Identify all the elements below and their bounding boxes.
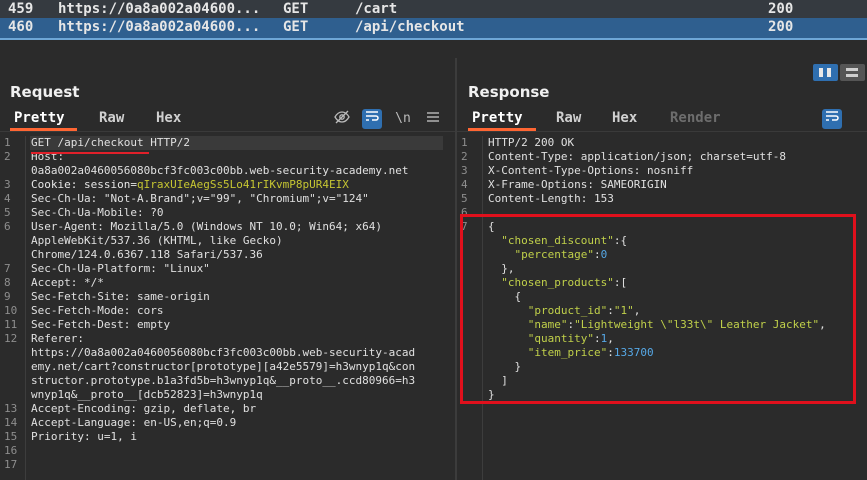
menu-icon[interactable] bbox=[423, 109, 443, 129]
layout-toggle bbox=[813, 64, 865, 81]
line-number: 13 bbox=[4, 402, 18, 415]
row-host: https://0a8a002a04600... bbox=[58, 1, 261, 17]
line-number: 16 bbox=[4, 444, 18, 457]
stacked-view-icon[interactable] bbox=[840, 64, 865, 81]
line-number: 4 bbox=[461, 178, 468, 191]
line-number: 11 bbox=[4, 318, 18, 331]
request-line: 0a8a002a0460056080bcf3fc003c00bb.web-sec… bbox=[31, 164, 409, 177]
eye-off-icon[interactable] bbox=[332, 109, 352, 129]
line-number: 4 bbox=[4, 192, 11, 205]
row-host: https://0a8a002a04600... bbox=[58, 19, 261, 35]
response-line: Content-Length: 153 bbox=[488, 192, 614, 205]
response-title: Response bbox=[468, 83, 550, 101]
request-line: Referer: bbox=[31, 332, 84, 345]
request-line: Sec-Ch-Ua-Platform: "Linux" bbox=[31, 262, 210, 275]
line-number: 15 bbox=[4, 430, 18, 443]
session-cookie-value: qIraxUIeAegSs5Lo41rIKvmP8pUR4EIX bbox=[136, 178, 349, 191]
history-row-460-selected[interactable]: 460 https://0a8a002a04600... GET /api/ch… bbox=[0, 18, 867, 40]
request-title: Request bbox=[10, 83, 80, 101]
row-number: 460 bbox=[8, 19, 34, 35]
request-tabs: Pretty Raw Hex bbox=[0, 110, 455, 130]
line-number: 2 bbox=[461, 150, 468, 163]
response-pane: Response Pretty Raw Hex Render 1 HTTP/2 2… bbox=[457, 58, 867, 480]
request-line: User-Agent: Mozilla/5.0 (Windows NT 10.0… bbox=[31, 220, 382, 233]
tab-pretty[interactable]: Pretty bbox=[14, 110, 65, 126]
line-number: 3 bbox=[461, 164, 468, 177]
response-line: Content-Type: application/json; charset=… bbox=[488, 150, 787, 163]
line-number: 17 bbox=[4, 458, 18, 471]
response-editor[interactable]: 1 HTTP/2 200 OK 2 Content-Type: application… bbox=[457, 136, 867, 480]
line-number: 9 bbox=[4, 290, 11, 303]
request-line: Accept-Encoding: gzip, deflate, br bbox=[31, 402, 257, 415]
request-editor[interactable]: 1 GET /api/checkout HTTP/2 2 Host: 0a8a002a0… bbox=[0, 136, 455, 480]
request-line: Sec-Ch-Ua-Mobile: ?0 bbox=[31, 206, 164, 219]
request-line: Sec-Fetch-Site: same-origin bbox=[31, 290, 210, 303]
request-line: GET /api/checkout HTTP/2 bbox=[31, 136, 190, 149]
request-line: Priority: u=1, i bbox=[31, 430, 137, 443]
tab-render[interactable]: Render bbox=[670, 110, 721, 126]
request-line: Accept-Language: en-US,en;q=0.9 bbox=[31, 416, 237, 429]
line-number: 8 bbox=[4, 276, 11, 289]
line-number: 5 bbox=[461, 192, 468, 205]
proxy-history-table: 459 https://0a8a002a04600... GET /cart 2… bbox=[0, 0, 867, 40]
response-tabs: Pretty Raw Hex Render bbox=[457, 110, 867, 130]
response-line: X-Frame-Options: SAMEORIGIN bbox=[488, 178, 667, 191]
request-line: Sec-Fetch-Mode: cors bbox=[31, 304, 164, 317]
request-line: wnyp1q&__proto__[dcb52823]=h3wnyp1q bbox=[31, 388, 263, 401]
line-number: 1 bbox=[4, 136, 11, 149]
row-status: 200 bbox=[768, 19, 794, 35]
response-line: X-Content-Type-Options: nosniff bbox=[488, 164, 694, 177]
request-pane: Request Pretty Raw Hex \n 1 GET /api/chec… bbox=[0, 58, 455, 480]
tab-pretty[interactable]: Pretty bbox=[472, 110, 523, 126]
row-method: GET bbox=[283, 1, 309, 17]
annotation-box bbox=[460, 214, 856, 404]
tab-hex[interactable]: Hex bbox=[612, 110, 637, 126]
request-line: Sec-Fetch-Dest: empty bbox=[31, 318, 171, 331]
tab-bar-divider bbox=[0, 131, 455, 132]
wrap-icon[interactable] bbox=[362, 109, 382, 129]
history-row-459[interactable]: 459 https://0a8a002a04600... GET /cart 2… bbox=[0, 0, 867, 18]
line-number: 6 bbox=[4, 220, 11, 233]
line-number: 2 bbox=[4, 150, 11, 163]
request-line: structor.prototype.b1a3fd5b=h3wnyp1q&__p… bbox=[31, 374, 416, 387]
tab-raw[interactable]: Raw bbox=[556, 110, 581, 126]
request-line: https://0a8a002a0460056080bcf3fc003c00bb… bbox=[31, 346, 416, 359]
line-number: 5 bbox=[4, 206, 11, 219]
line-number: 3 bbox=[4, 178, 11, 191]
wrap-icon[interactable] bbox=[822, 109, 842, 129]
response-line: HTTP/2 200 OK bbox=[488, 136, 575, 149]
tab-raw[interactable]: Raw bbox=[99, 110, 124, 126]
line-number: 7 bbox=[4, 262, 11, 275]
newline-icon[interactable]: \n bbox=[393, 109, 413, 129]
tab-bar-divider bbox=[457, 131, 867, 132]
request-line: Chrome/124.0.6367.118 Safari/537.36 bbox=[31, 248, 263, 261]
line-number: 14 bbox=[4, 416, 18, 429]
header-key: Cookie: session= bbox=[31, 178, 137, 191]
request-line: Sec-Ch-Ua: "Not-A.Brand";v="99", "Chromi… bbox=[31, 192, 369, 205]
line-number: 10 bbox=[4, 304, 18, 317]
split-view-icon[interactable] bbox=[813, 64, 838, 81]
request-line: Cookie: session=qIraxUIeAegSs5Lo41rIKvmP… bbox=[31, 178, 349, 191]
request-line: AppleWebKit/537.36 (KHTML, like Gecko) bbox=[31, 234, 283, 247]
line-number: 12 bbox=[4, 332, 18, 345]
row-method: GET bbox=[283, 19, 309, 35]
request-line: Accept: */* bbox=[31, 276, 104, 289]
row-number: 459 bbox=[8, 1, 34, 17]
annotation-underline bbox=[31, 152, 149, 154]
line-number: 1 bbox=[461, 136, 468, 149]
row-url: /cart bbox=[355, 1, 398, 17]
row-url: /api/checkout bbox=[355, 19, 465, 35]
tab-hex[interactable]: Hex bbox=[156, 110, 181, 126]
row-status: 200 bbox=[768, 1, 794, 17]
request-line: emy.net/cart?constructor[prototype][a42e… bbox=[31, 360, 416, 373]
